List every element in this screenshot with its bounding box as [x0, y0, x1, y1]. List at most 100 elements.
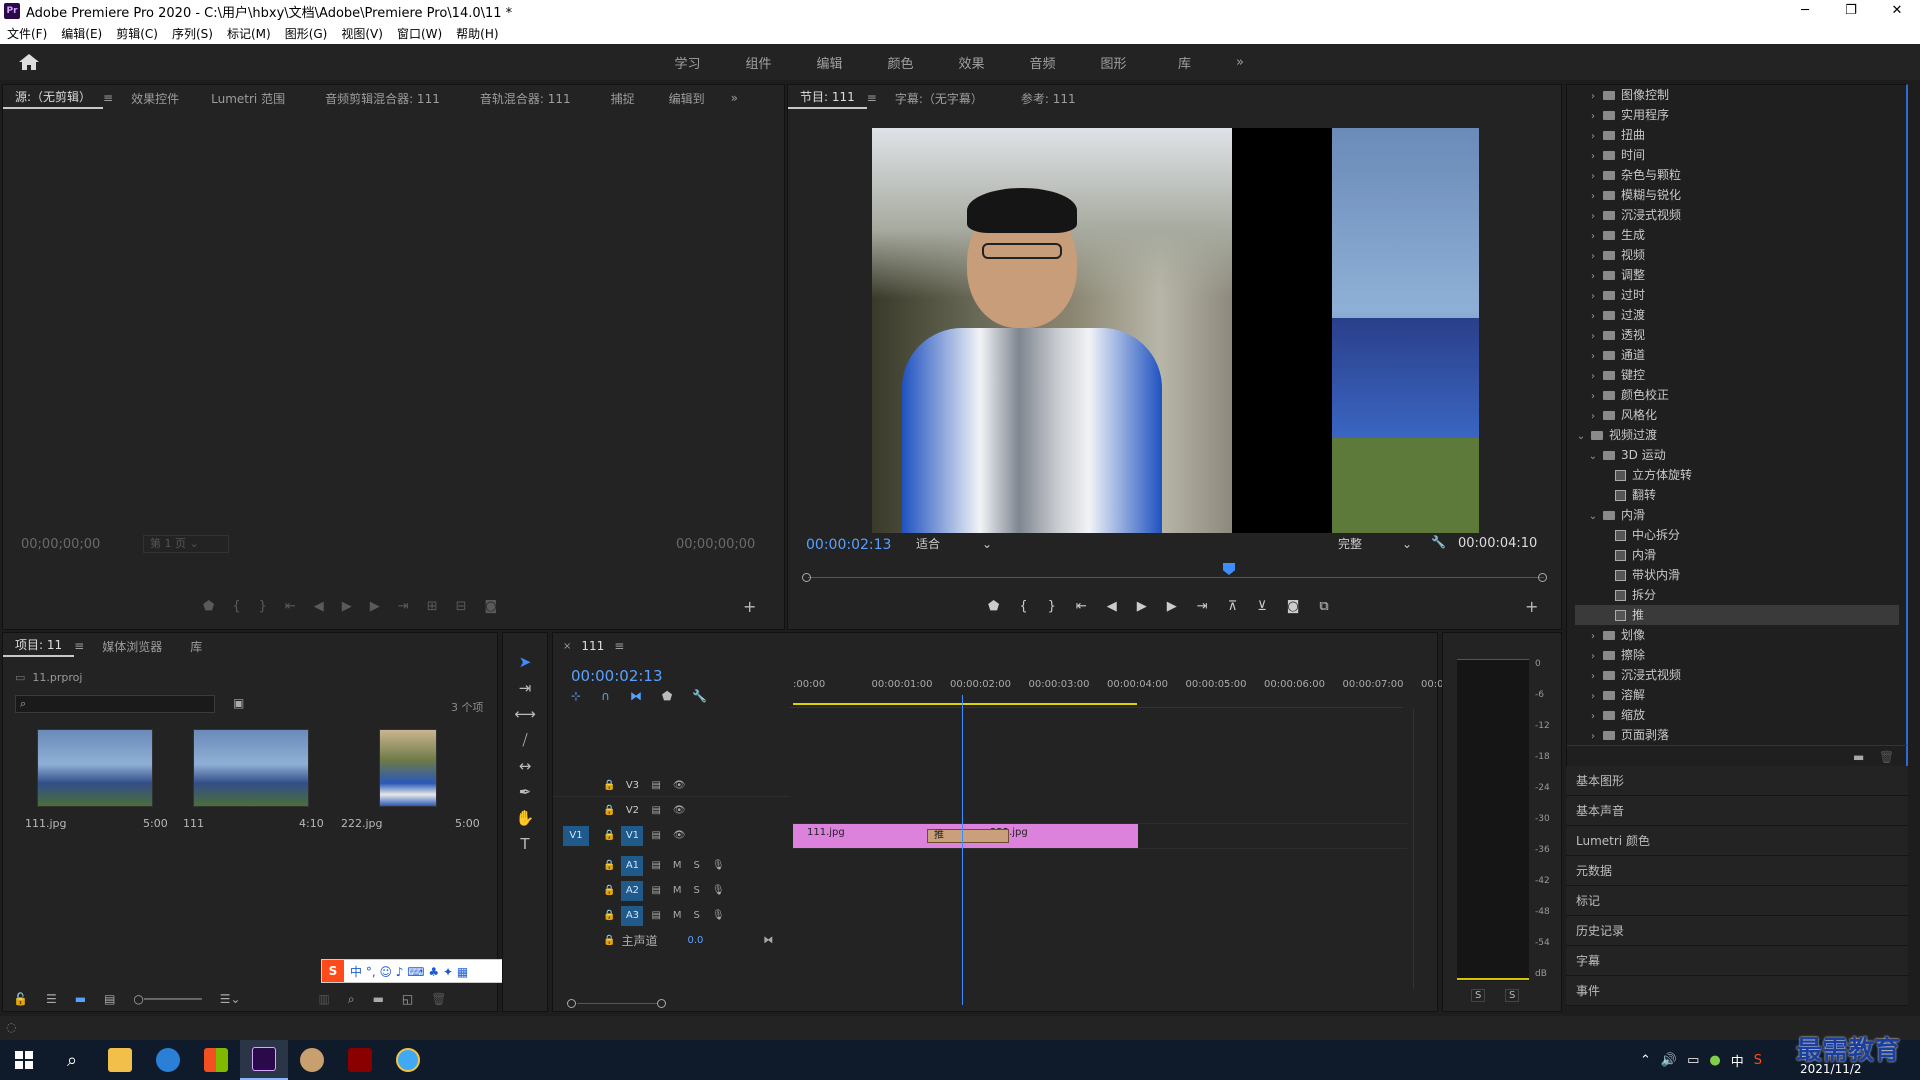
- chevron-up-icon[interactable]: ⌃: [1640, 1053, 1651, 1068]
- mic-icon[interactable]: 🎙: [712, 860, 725, 871]
- workspace-learning[interactable]: 学习: [652, 53, 723, 72]
- track-select-tool-icon[interactable]: ⇥: [519, 679, 532, 697]
- insert-icon[interactable]: ⊞: [427, 599, 456, 614]
- lock-icon[interactable]: 🔒: [603, 910, 615, 921]
- hand-tool-icon[interactable]: ✋: [516, 809, 535, 827]
- overwrite-icon[interactable]: ⊟: [456, 599, 485, 614]
- effects-folder[interactable]: › 溶解: [1575, 685, 1899, 705]
- timeline-horizontal-scrollbar[interactable]: [567, 999, 1437, 1009]
- tab-effect-controls[interactable]: 效果控件: [119, 90, 191, 107]
- add-button-icon[interactable]: +: [743, 597, 756, 616]
- tab-reference[interactable]: 参考: 111: [995, 90, 1102, 107]
- lock-icon[interactable]: 🔒: [603, 935, 615, 946]
- effects-item[interactable]: 立方体旋转: [1575, 465, 1899, 485]
- menu-sequence[interactable]: 序列(S): [165, 25, 220, 42]
- chevron-right-icon[interactable]: ›: [1587, 187, 1599, 207]
- menu-clip[interactable]: 剪辑(C): [109, 25, 165, 42]
- selection-tool-icon[interactable]: ➤: [519, 653, 532, 671]
- effects-folder[interactable]: ⌄ 视频过渡: [1575, 425, 1899, 445]
- chevron-right-icon[interactable]: ›: [1587, 167, 1599, 187]
- effects-folder[interactable]: ⌄ 内滑: [1575, 505, 1899, 525]
- tab-program[interactable]: 节目: 111: [788, 88, 867, 109]
- track-label[interactable]: A3: [621, 905, 644, 926]
- panel-events[interactable]: 事件: [1566, 976, 1908, 1006]
- effects-folder[interactable]: › 键控: [1575, 365, 1899, 385]
- tab-source[interactable]: 源:（无剪辑）: [3, 88, 104, 109]
- workspace-audio[interactable]: 音频: [1007, 53, 1078, 72]
- lock-icon[interactable]: 🔒: [603, 805, 615, 816]
- close-sequence-icon[interactable]: ×: [553, 641, 575, 652]
- mark-out-icon[interactable]: }: [259, 599, 285, 614]
- chevron-down-icon[interactable]: ⌄: [1587, 447, 1599, 467]
- mark-in-icon[interactable]: {: [1019, 599, 1047, 614]
- chevron-right-icon[interactable]: ›: [1587, 287, 1599, 307]
- marker-icon[interactable]: ⬟: [203, 599, 232, 614]
- sync-icon[interactable]: ▤: [651, 860, 660, 871]
- type-tool-icon[interactable]: T: [520, 835, 529, 853]
- extract-icon[interactable]: ⊻: [1257, 599, 1287, 614]
- lock-icon[interactable]: 🔒: [603, 780, 615, 791]
- lock-icon[interactable]: 🔒: [603, 830, 615, 841]
- effects-folder[interactable]: › 风格化: [1575, 405, 1899, 425]
- effects-folder[interactable]: › 实用程序: [1575, 105, 1899, 125]
- chevron-right-icon[interactable]: ›: [1587, 267, 1599, 287]
- track-label[interactable]: A2: [621, 880, 644, 901]
- eye-icon[interactable]: 👁: [673, 805, 686, 816]
- program-add-button-icon[interactable]: +: [1525, 597, 1538, 616]
- track-label[interactable]: V2: [621, 801, 643, 821]
- new-bin-icon[interactable]: ▬: [1853, 750, 1864, 764]
- tab-project[interactable]: 项目: 11: [3, 636, 75, 657]
- delete-icon[interactable]: 🗑: [1879, 750, 1894, 764]
- clear-icon[interactable]: 🗑: [431, 992, 446, 1006]
- tab-sequence[interactable]: 111: [575, 639, 610, 653]
- effects-folder[interactable]: › 杂色与颗粒: [1575, 165, 1899, 185]
- timeline-timecode[interactable]: 00:00:02:13: [571, 667, 663, 685]
- menu-window[interactable]: 窗口(W): [390, 25, 449, 42]
- chevron-right-icon[interactable]: ›: [1587, 227, 1599, 247]
- close-button[interactable]: ✕: [1874, 0, 1920, 22]
- settings-wrench-icon[interactable]: 🔧: [1431, 535, 1446, 549]
- effects-item[interactable]: 中心拆分: [1575, 525, 1899, 545]
- chevron-right-icon[interactable]: ›: [1587, 127, 1599, 147]
- tab-capture[interactable]: 捕捉: [591, 90, 655, 107]
- quality-select[interactable]: 完整 ⌄: [1334, 535, 1412, 553]
- sort-icon[interactable]: ☰⌄: [220, 992, 241, 1006]
- effects-item[interactable]: 拆分: [1575, 585, 1899, 605]
- sync-icon[interactable]: ▤: [651, 805, 660, 816]
- chevron-right-icon[interactable]: ›: [1587, 647, 1599, 667]
- project-item[interactable]: 222.jpg 5:00: [327, 727, 483, 837]
- time-ruler[interactable]: :00:00 00:00:01:00 00:00:02:00 00:00:03:00 0…: [793, 673, 1460, 701]
- step-back-icon[interactable]: ◀: [314, 599, 342, 614]
- chevron-right-icon[interactable]: ›: [1587, 327, 1599, 347]
- go-to-in-icon[interactable]: ⇤: [1076, 599, 1107, 614]
- taskbar-app-avatar[interactable]: [288, 1040, 336, 1080]
- tab-media-browser[interactable]: 媒体浏览器: [90, 638, 174, 655]
- program-menu-icon[interactable]: ≡: [867, 91, 883, 105]
- effects-folder[interactable]: › 沉浸式视频: [1575, 205, 1899, 225]
- start-button[interactable]: [0, 1040, 48, 1080]
- chevron-down-icon[interactable]: ⌄: [1587, 507, 1599, 527]
- taskbar-edge[interactable]: [144, 1040, 192, 1080]
- chevron-right-icon[interactable]: ›: [1587, 107, 1599, 127]
- effects-folder[interactable]: › 页面剥落: [1575, 725, 1899, 745]
- volume-icon[interactable]: 🔊: [1661, 1053, 1677, 1068]
- workspace-libraries[interactable]: 库: [1149, 53, 1220, 72]
- chevron-right-icon[interactable]: ›: [1587, 367, 1599, 387]
- freeform-view-icon[interactable]: ▤: [104, 992, 115, 1006]
- solo-button[interactable]: S: [694, 885, 700, 896]
- new-bin-icon[interactable]: ▬: [373, 992, 384, 1006]
- chevron-down-icon[interactable]: ⌄: [1575, 427, 1587, 447]
- icon-view-icon[interactable]: ▬: [75, 992, 86, 1006]
- chevron-right-icon[interactable]: ›: [1587, 307, 1599, 327]
- meter-solo-right[interactable]: S: [1505, 989, 1520, 1002]
- sogou-tray-icon[interactable]: S: [1754, 1053, 1762, 1068]
- sync-icon[interactable]: ▤: [651, 780, 660, 791]
- effects-folder[interactable]: › 通道: [1575, 345, 1899, 365]
- tab-libraries[interactable]: 库: [174, 638, 218, 655]
- pen-tool-icon[interactable]: ✒: [519, 783, 532, 801]
- effects-folder[interactable]: › 擦除: [1575, 645, 1899, 665]
- zoom-slider[interactable]: ○────────: [133, 992, 201, 1006]
- mute-button[interactable]: M: [673, 860, 682, 871]
- panel-markers[interactable]: 标记: [1566, 886, 1908, 916]
- taskbar-premiere[interactable]: [240, 1040, 288, 1080]
